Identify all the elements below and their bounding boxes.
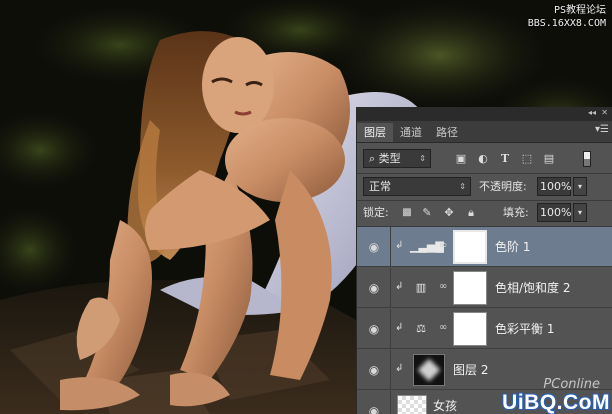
- lock-all-icon[interactable]: 🔒︎: [463, 205, 479, 221]
- collapse-panel-icon[interactable]: ◂◂: [588, 108, 596, 117]
- hue-saturation-icon: ▥: [415, 281, 427, 294]
- blend-mode-value: 正常: [369, 180, 391, 193]
- layer-thumbnail[interactable]: [397, 395, 427, 414]
- lock-label: 锁定:: [363, 206, 389, 219]
- blend-mode-select[interactable]: 正常 ⇕: [363, 177, 471, 196]
- panel-tabs: 图层 通道 路径 ▾☰: [357, 121, 612, 143]
- opacity-dropdown-icon[interactable]: ▾: [573, 177, 587, 196]
- filter-type-icon[interactable]: T: [497, 151, 513, 167]
- filter-shape-icon[interactable]: ⬚: [519, 151, 535, 167]
- layer-name[interactable]: 图层 2: [453, 361, 488, 378]
- search-icon: ⌕: [369, 152, 376, 165]
- opacity-input[interactable]: 100%: [537, 177, 571, 196]
- clip-arrow-icon: ↲: [395, 240, 404, 251]
- color-balance-icon: ⚖: [416, 322, 426, 335]
- opacity-label: 不透明度:: [479, 180, 527, 193]
- close-panel-icon[interactable]: ✕: [601, 108, 608, 117]
- lock-row: 锁定: ▩ ✎ ✥ 🔒︎ 填充: 100% ▾: [357, 201, 612, 226]
- filter-kind-label: 类型: [378, 152, 401, 165]
- fill-dropdown-icon[interactable]: ▾: [573, 203, 587, 222]
- tab-layers[interactable]: 图层: [357, 123, 393, 142]
- layer-name[interactable]: 女孩: [433, 397, 457, 414]
- filter-toggle-switch[interactable]: [583, 151, 591, 167]
- layer-mask-thumbnail[interactable]: [453, 312, 487, 346]
- layer-mask-thumbnail[interactable]: [453, 230, 487, 264]
- eye-icon[interactable]: ◉: [366, 239, 382, 255]
- layer-name[interactable]: 色阶 1: [495, 238, 530, 255]
- filter-pixel-icon[interactable]: ▣: [453, 151, 469, 167]
- clip-arrow-icon: ↲: [395, 281, 404, 292]
- eye-icon[interactable]: ◉: [366, 280, 382, 296]
- layer-row-hue-saturation[interactable]: ◉ ↲ ▥ ∞ 色相/饱和度 2: [357, 268, 612, 308]
- chain-link-icon[interactable]: ∞: [439, 281, 447, 292]
- clip-arrow-icon: ↲: [395, 363, 404, 374]
- layer-row-levels[interactable]: ◉ ↲ ▁▃▅▇ ∞ 色阶 1: [357, 227, 612, 267]
- eye-icon[interactable]: ◉: [366, 321, 382, 337]
- watermark-site: UiBQ.CoM: [502, 391, 610, 414]
- filter-adjustment-icon[interactable]: ◐: [475, 151, 491, 167]
- lock-brush-icon[interactable]: ✎: [419, 205, 435, 221]
- layers-panel: ◂◂ ✕ 图层 通道 路径 ▾☰ ⌕ 类型 ⇕ ▣ ◐ T ⬚ ▤ 正常 ⇕ 不…: [356, 107, 612, 414]
- fill-label: 填充:: [503, 206, 529, 219]
- fill-input[interactable]: 100%: [537, 203, 571, 222]
- tab-paths[interactable]: 路径: [429, 123, 465, 142]
- layer-row-color-balance[interactable]: ◉ ↲ ⚖ ∞ 色彩平衡 1: [357, 309, 612, 349]
- watermark-forum-name: PS教程论坛: [553, 5, 606, 16]
- eye-icon[interactable]: ◉: [366, 403, 382, 414]
- panel-menu-icon[interactable]: ▾☰: [595, 124, 609, 135]
- panel-titlebar[interactable]: ◂◂ ✕: [357, 107, 612, 121]
- chain-link-icon[interactable]: ∞: [439, 322, 447, 333]
- chain-link-icon[interactable]: ∞: [439, 240, 447, 251]
- filter-smart-object-icon[interactable]: ▤: [541, 151, 557, 167]
- layer-name[interactable]: 色相/饱和度 2: [495, 279, 571, 296]
- watermark-pconline: PConline: [543, 377, 600, 392]
- chevron-updown-icon: ⇕: [459, 182, 466, 191]
- eye-icon[interactable]: ◉: [366, 362, 382, 378]
- levels-icon: ▁▃▅▇: [410, 240, 444, 253]
- layer-mask-thumbnail[interactable]: [453, 271, 487, 305]
- layer-name[interactable]: 色彩平衡 1: [495, 320, 554, 337]
- watermark-forum-url: BBS.16XX8.COM: [527, 18, 606, 29]
- filter-kind-select[interactable]: ⌕ 类型 ⇕: [363, 149, 431, 168]
- layer-thumbnail[interactable]: [413, 354, 445, 386]
- filter-row: ⌕ 类型 ⇕ ▣ ◐ T ⬚ ▤: [357, 145, 612, 173]
- watermark-bottom: PConline UiBQ.CoM: [502, 377, 610, 414]
- blend-row: 正常 ⇕ 不透明度: 100% ▾: [357, 174, 612, 200]
- chevron-updown-icon: ⇕: [419, 154, 426, 163]
- tab-channels[interactable]: 通道: [393, 123, 429, 142]
- watermark-top: PS教程论坛 BBS.16XX8.COM: [528, 4, 606, 30]
- clip-arrow-icon: ↲: [395, 322, 404, 333]
- lock-move-icon[interactable]: ✥: [441, 205, 457, 221]
- lock-transparent-icon[interactable]: ▩: [399, 205, 415, 221]
